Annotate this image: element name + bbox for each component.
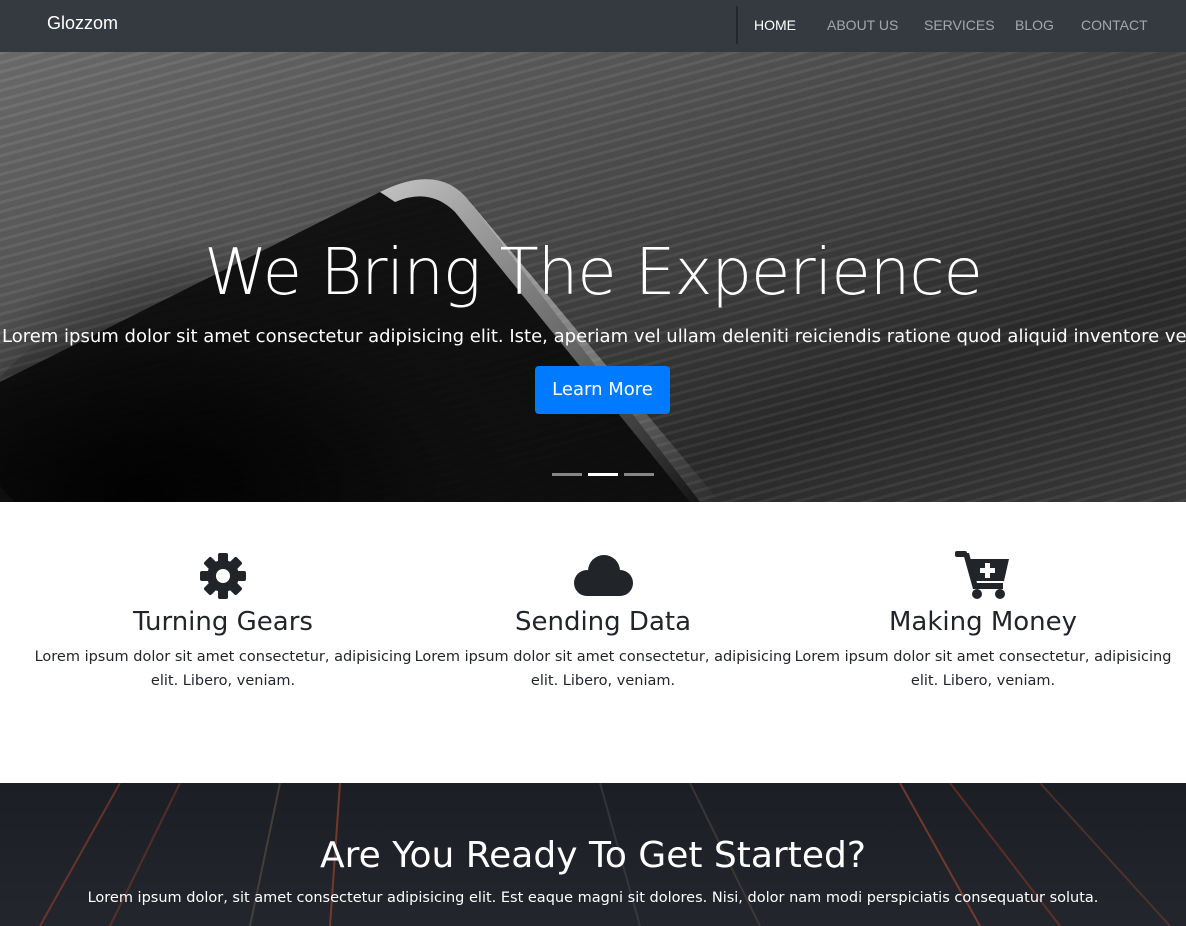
navbar: Glozzom HOME ABOUT US SERVICES BLOG CONT… [0, 0, 1186, 52]
cart-plus-icon [793, 547, 1173, 599]
learn-more-button[interactable]: Learn More [535, 366, 670, 414]
gear-icon [33, 547, 413, 599]
brand-logo[interactable]: Glozzom [47, 13, 118, 34]
feature-title: Turning Gears [133, 607, 313, 637]
nav-item-blog[interactable]: BLOG [1015, 17, 1054, 33]
hero-title: We Bring The Experience [204, 236, 983, 310]
feature-title: Making Money [888, 607, 1078, 637]
feature-title: Sending Data [514, 607, 692, 637]
hero-text: Lorem ipsum dolor sit amet consectetur a… [2, 326, 1186, 347]
get-started-section: Are You Ready To Get Started? Lorem ipsu… [0, 783, 1186, 926]
nav-item-about-us[interactable]: ABOUT US [827, 17, 898, 33]
cloud-icon [413, 547, 793, 599]
feature-making-money: Making Money Lorem ipsum dolor sit amet … [793, 547, 1173, 693]
feature-sending-data: Sending Data Lorem ipsum dolor sit amet … [413, 547, 793, 693]
nav-item-contact[interactable]: CONTACT [1081, 17, 1148, 33]
nav-item-services[interactable]: SERVICES [924, 17, 995, 33]
cta-title: Are You Ready To Get Started? [320, 835, 866, 876]
feature-text: Lorem ipsum dolor sit amet consectetur, … [34, 649, 412, 689]
nav-divider [736, 6, 738, 44]
carousel-indicator-3[interactable] [624, 473, 654, 476]
cta-text: Lorem ipsum dolor, sit amet consectetur … [87, 890, 1099, 906]
carousel-indicator-1[interactable] [552, 473, 582, 476]
feature-text: Lorem ipsum dolor sit amet consectetur, … [414, 649, 792, 689]
hero-carousel: We Bring The Experience Lorem ipsum dolo… [0, 52, 1186, 502]
feature-text: Lorem ipsum dolor sit amet consectetur, … [794, 649, 1172, 689]
feature-turning-gears: Turning Gears Lorem ipsum dolor sit amet… [33, 547, 413, 693]
carousel-indicator-2[interactable] [588, 473, 618, 476]
nav-item-home[interactable]: HOME [754, 17, 796, 33]
